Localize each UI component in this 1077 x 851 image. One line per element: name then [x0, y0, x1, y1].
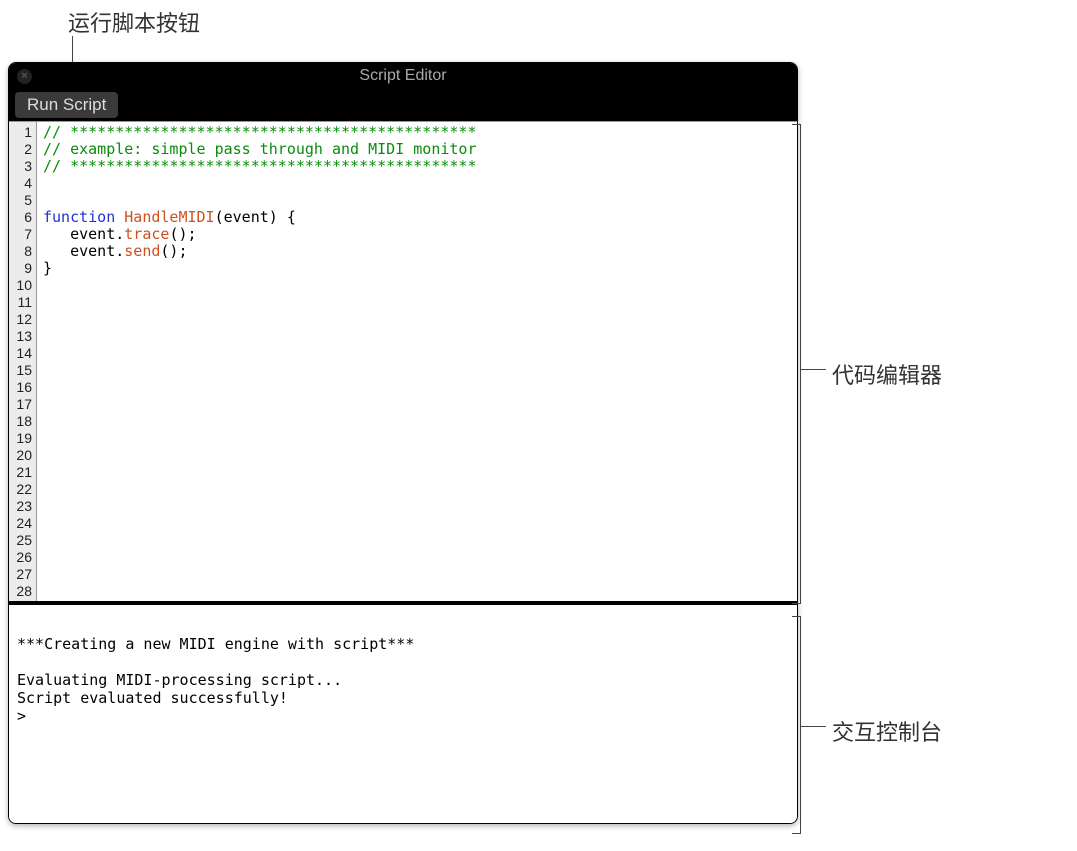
- line-number: 11: [9, 294, 32, 311]
- annotation-interactive-console: 交互控制台: [832, 715, 942, 747]
- code-line: event.trace();: [43, 226, 791, 243]
- line-number: 9: [9, 260, 32, 277]
- interactive-console[interactable]: ***Creating a new MIDI engine with scrip…: [9, 605, 797, 823]
- bracket-editor: [800, 124, 801, 604]
- leader-line-console: [800, 726, 826, 727]
- line-number: 26: [9, 549, 32, 566]
- close-icon[interactable]: ×: [17, 69, 32, 84]
- line-number: 2: [9, 141, 32, 158]
- line-number: 15: [9, 362, 32, 379]
- line-number: 13: [9, 328, 32, 345]
- line-number: 21: [9, 464, 32, 481]
- line-number: 18: [9, 413, 32, 430]
- line-number: 10: [9, 277, 32, 294]
- code-editor[interactable]: 1234567891011121314151617181920212223242…: [9, 121, 797, 601]
- script-editor-window: × Script Editor Run Script 1234567891011…: [8, 62, 798, 824]
- code-line: // *************************************…: [43, 124, 791, 141]
- window-title: Script Editor: [9, 67, 797, 85]
- run-script-button[interactable]: Run Script: [15, 92, 118, 118]
- code-line: // *************************************…: [43, 158, 791, 175]
- line-number: 24: [9, 515, 32, 532]
- line-number: 25: [9, 532, 32, 549]
- line-number: 12: [9, 311, 32, 328]
- code-line: }: [43, 260, 791, 277]
- line-number: 14: [9, 345, 32, 362]
- code-line: // example: simple pass through and MIDI…: [43, 141, 791, 158]
- line-number: 5: [9, 192, 32, 209]
- annotation-code-editor: 代码编辑器: [832, 358, 942, 390]
- line-number: 27: [9, 566, 32, 583]
- toolbar: Run Script: [9, 89, 797, 121]
- leader-line-editor: [800, 369, 826, 370]
- line-number: 16: [9, 379, 32, 396]
- line-number: 17: [9, 396, 32, 413]
- code-textarea[interactable]: // *************************************…: [37, 122, 797, 601]
- code-line: [43, 192, 791, 209]
- bracket-console: [800, 616, 801, 834]
- annotation-run-button: 运行脚本按钮: [68, 6, 200, 38]
- line-number: 23: [9, 498, 32, 515]
- line-number: 7: [9, 226, 32, 243]
- line-number: 22: [9, 481, 32, 498]
- line-number: 28: [9, 583, 32, 600]
- code-line: function HandleMIDI(event) {: [43, 209, 791, 226]
- title-bar: × Script Editor: [9, 63, 797, 89]
- line-number: 8: [9, 243, 32, 260]
- line-number: 6: [9, 209, 32, 226]
- line-number: 3: [9, 158, 32, 175]
- line-number: 20: [9, 447, 32, 464]
- code-line: [43, 175, 791, 192]
- line-number-gutter: 1234567891011121314151617181920212223242…: [9, 122, 37, 601]
- line-number: 4: [9, 175, 32, 192]
- line-number: 1: [9, 124, 32, 141]
- line-number: 19: [9, 430, 32, 447]
- code-line: event.send();: [43, 243, 791, 260]
